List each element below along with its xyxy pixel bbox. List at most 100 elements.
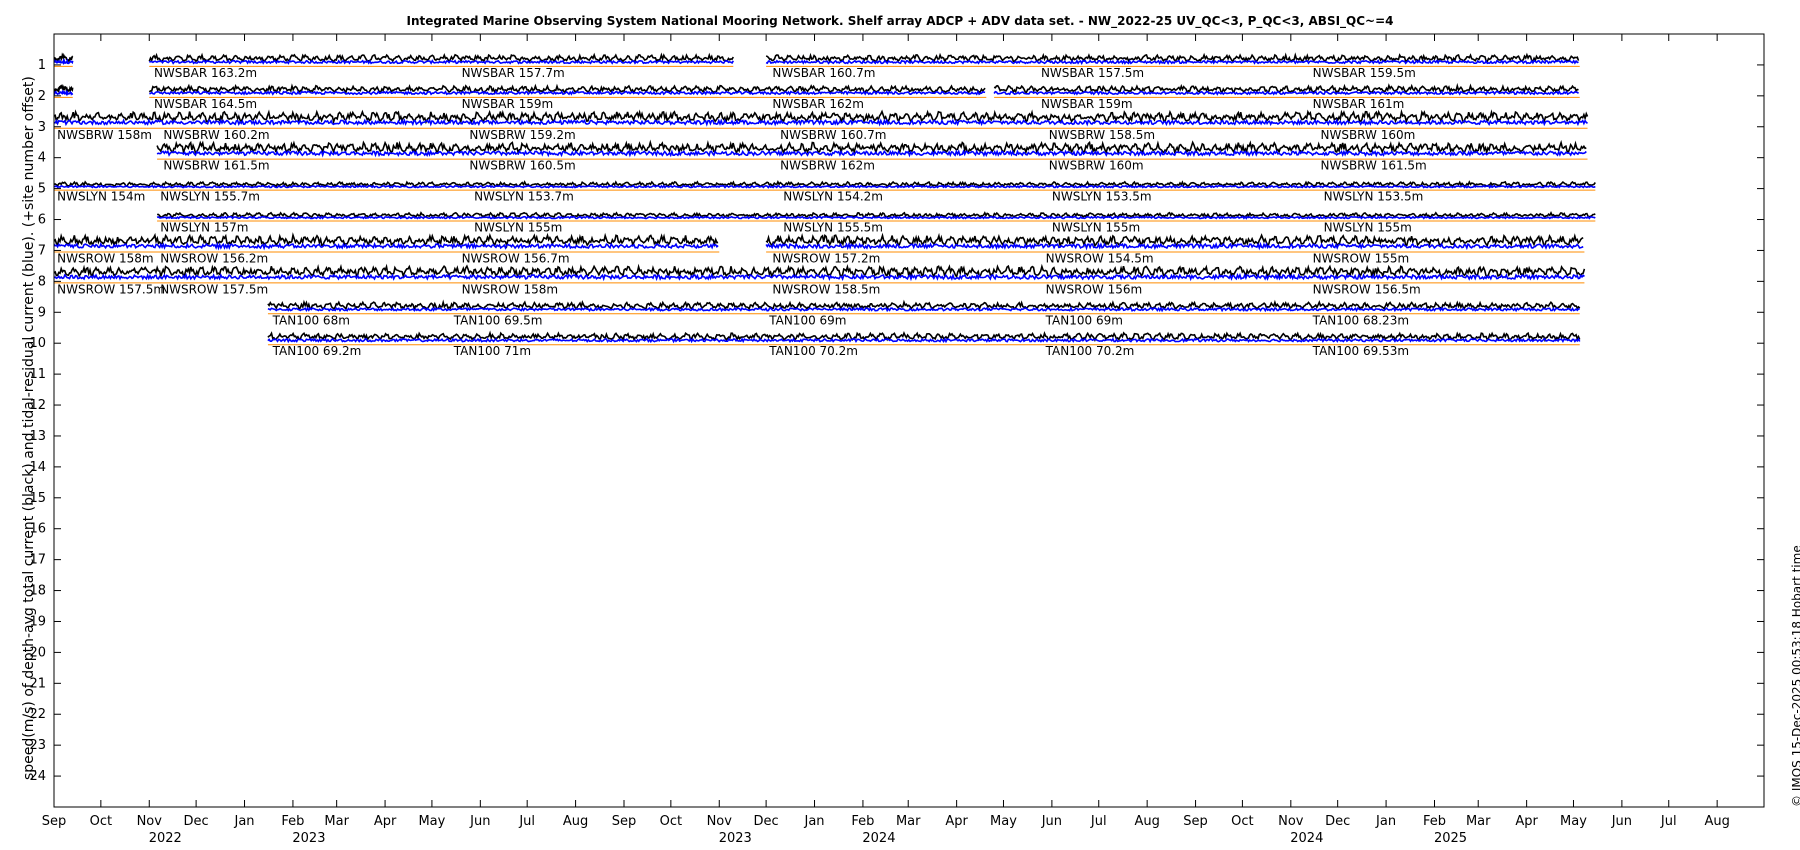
site-label-5-1: NWSLYN 155.7m: [160, 190, 260, 204]
x-tick-label-22: Jul: [1090, 814, 1107, 829]
site-label-4-4: NWSBRW 161.5m: [1320, 159, 1426, 173]
site-label-3-0: NWSBRW 158m: [57, 128, 152, 142]
series-total-2-0: [54, 83, 74, 94]
x-tick-label-27: Dec: [1325, 814, 1350, 829]
y-tick-label-16: 16: [29, 522, 46, 537]
site-label-1-1: NWSBAR 157.7m: [462, 66, 565, 80]
x-tick-label-0: Sep: [42, 814, 67, 829]
site-label-9-2: TAN100 69m: [768, 313, 846, 327]
site-label-10-3: TAN100 70.2m: [1045, 344, 1135, 358]
series-residual-8-0: [54, 272, 1585, 282]
x-tick-label-20: May: [990, 814, 1017, 829]
site-label-7-1: NWSROW 156.2m: [160, 251, 268, 265]
site-label-9-4: TAN100 68.23m: [1312, 313, 1409, 327]
x-tick-label-11: Aug: [563, 814, 588, 829]
y-tick-label-3: 3: [38, 120, 46, 135]
site-label-8-1: NWSROW 157.5m: [160, 282, 268, 296]
site-label-9-3: TAN100 69m: [1045, 313, 1123, 327]
site-label-9-0: TAN100 68m: [272, 313, 350, 327]
y-tick-label-2: 2: [38, 89, 46, 104]
site-label-6-0: NWSLYN 157m: [160, 221, 248, 235]
y-tick-label-4: 4: [38, 151, 46, 166]
y-tick-label-6: 6: [38, 213, 46, 228]
series-residual-1-0: [54, 57, 74, 66]
x-tick-label-4: Jan: [233, 814, 254, 829]
x-tick-label-34: Jul: [1660, 814, 1677, 829]
site-label-8-2: NWSROW 158m: [462, 282, 559, 296]
x-tick-label-8: May: [418, 814, 445, 829]
site-label-10-2: TAN100 70.2m: [768, 344, 858, 358]
x-tick-label-5: Feb: [281, 814, 304, 829]
y-tick-label-15: 15: [29, 491, 46, 506]
site-label-4-3: NWSBRW 160m: [1049, 159, 1144, 173]
series-residual-1-2: [765, 59, 1579, 66]
x-tick-label-35: Aug: [1704, 814, 1729, 829]
y-tick-label-14: 14: [29, 460, 46, 475]
y-tick-label-18: 18: [29, 584, 46, 599]
y-tick-label-21: 21: [29, 676, 46, 691]
x-tick-label-16: Jan: [803, 814, 824, 829]
y-tick-label-5: 5: [38, 182, 46, 197]
series-residual-2-2: [993, 90, 1580, 96]
series-residual-7-0: [54, 241, 719, 251]
site-label-8-5: NWSROW 156.5m: [1313, 282, 1421, 296]
site-label-4-0: NWSBRW 161.5m: [163, 159, 269, 173]
site-label-5-5: NWSLYN 153.5m: [1324, 190, 1424, 204]
y-tick-label-23: 23: [29, 738, 46, 753]
site-label-8-0: NWSROW 157.5m: [57, 282, 165, 296]
x-year-label-26: 2024: [1290, 831, 1323, 846]
x-year-label-5: 2023: [292, 831, 325, 846]
y-tick-label-24: 24: [29, 769, 46, 784]
site-label-10-0: TAN100 69.2m: [272, 344, 362, 358]
x-tick-label-33: Jun: [1611, 814, 1632, 829]
x-tick-label-31: Apr: [1515, 814, 1538, 829]
x-tick-label-19: Apr: [945, 814, 968, 829]
x-tick-label-12: Sep: [612, 814, 637, 829]
x-tick-label-21: Jun: [1041, 814, 1062, 829]
x-tick-label-2: Nov: [137, 814, 163, 829]
y-tick-label-9: 9: [38, 305, 46, 320]
x-tick-label-28: Jan: [1375, 814, 1396, 829]
site-label-3-5: NWSBRW 160m: [1320, 128, 1415, 142]
site-label-5-3: NWSLYN 154.2m: [783, 190, 883, 204]
y-tick-label-22: 22: [29, 707, 46, 722]
site-label-2-2: NWSBAR 162m: [772, 97, 864, 111]
site-label-5-0: NWSLYN 154m: [57, 190, 145, 204]
y-tick-label-8: 8: [38, 274, 46, 289]
x-tick-label-32: May: [1560, 814, 1587, 829]
y-tick-label-13: 13: [29, 429, 46, 444]
site-label-10-1: TAN100 71m: [453, 344, 531, 358]
x-tick-label-30: Mar: [1466, 814, 1491, 829]
site-label-8-3: NWSROW 158.5m: [772, 282, 880, 296]
site-label-3-1: NWSBRW 160.2m: [163, 128, 269, 142]
site-label-5-4: NWSLYN 153.5m: [1052, 190, 1152, 204]
site-label-3-4: NWSBRW 158.5m: [1049, 128, 1155, 142]
site-label-6-4: NWSLYN 155m: [1324, 221, 1412, 235]
x-tick-label-15: Dec: [754, 814, 779, 829]
x-year-label-2: 2022: [149, 831, 182, 846]
x-year-label-29: 2025: [1434, 831, 1467, 846]
y-tick-label-19: 19: [29, 614, 46, 629]
site-label-1-2: NWSBAR 160.7m: [772, 66, 875, 80]
site-label-2-3: NWSBAR 159m: [1041, 97, 1133, 111]
x-tick-label-3: Dec: [184, 814, 209, 829]
site-label-7-3: NWSROW 157.2m: [772, 251, 880, 265]
site-label-2-4: NWSBAR 161m: [1313, 97, 1405, 111]
series-residual-10-0: [267, 337, 1581, 344]
site-label-6-3: NWSLYN 155m: [1052, 221, 1140, 235]
series-residual-1-1: [149, 59, 734, 65]
site-label-8-4: NWSROW 156m: [1046, 282, 1143, 296]
site-label-3-3: NWSBRW 160.7m: [780, 128, 886, 142]
site-label-10-4: TAN100 69.53m: [1312, 344, 1409, 358]
y-tick-label-10: 10: [29, 336, 46, 351]
x-tick-label-1: Oct: [90, 814, 112, 829]
site-label-2-1: NWSBAR 159m: [462, 97, 554, 111]
y-tick-label-12: 12: [29, 398, 46, 413]
series-total-7-0: [54, 232, 719, 249]
x-tick-label-18: Mar: [896, 814, 921, 829]
x-tick-label-23: Aug: [1134, 814, 1159, 829]
series-residual-6-0: [156, 215, 1596, 220]
site-label-2-0: NWSBAR 164.5m: [154, 97, 257, 111]
x-tick-label-25: Oct: [1231, 814, 1253, 829]
series-residual-5-0: [54, 184, 1596, 189]
